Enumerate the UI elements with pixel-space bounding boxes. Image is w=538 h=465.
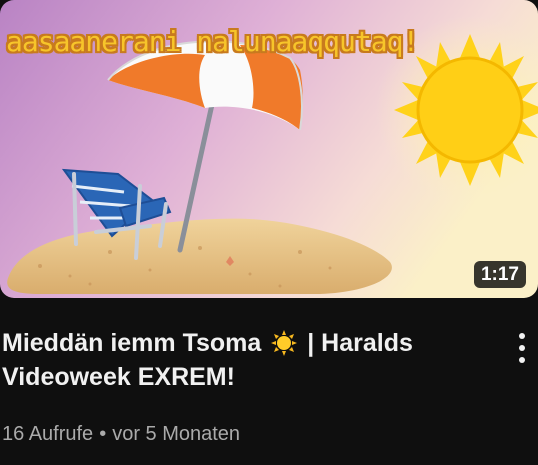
- video-title-part-1: Mieddän iemm Tsoma: [2, 329, 262, 357]
- duration-badge: 1:17: [473, 261, 526, 288]
- video-metadata: 16 Aufrufe • vor 5 Monaten: [2, 422, 240, 446]
- video-title[interactable]: Mieddän iemm Tsoma | Haralds Videoweek E…: [2, 326, 482, 394]
- video-title-part-2: | Haralds: [307, 329, 413, 357]
- video-thumbnail[interactable]: aasaanerani nalunaaqqutaq! 1:17: [0, 0, 538, 298]
- menu-dot: [519, 345, 525, 351]
- more-vert-icon[interactable]: [510, 330, 534, 366]
- video-card: aasaanerani nalunaaqqutaq! 1:17 Mieddän …: [0, 0, 538, 465]
- thumbnail-overlay-text: aasaanerani nalunaaqqutaq!: [6, 25, 419, 58]
- menu-dot: [519, 333, 525, 339]
- view-count: 16 Aufrufe: [2, 423, 94, 445]
- menu-dot: [519, 357, 525, 363]
- video-title-line-2: Videoweek EXREM!: [2, 363, 235, 391]
- upload-age: vor 5 Monaten: [112, 423, 241, 445]
- meta-separator: •: [99, 423, 107, 445]
- sun-emoji-icon: [271, 330, 298, 356]
- video-title-line-1: Mieddän iemm Tsoma | Haralds: [2, 326, 482, 360]
